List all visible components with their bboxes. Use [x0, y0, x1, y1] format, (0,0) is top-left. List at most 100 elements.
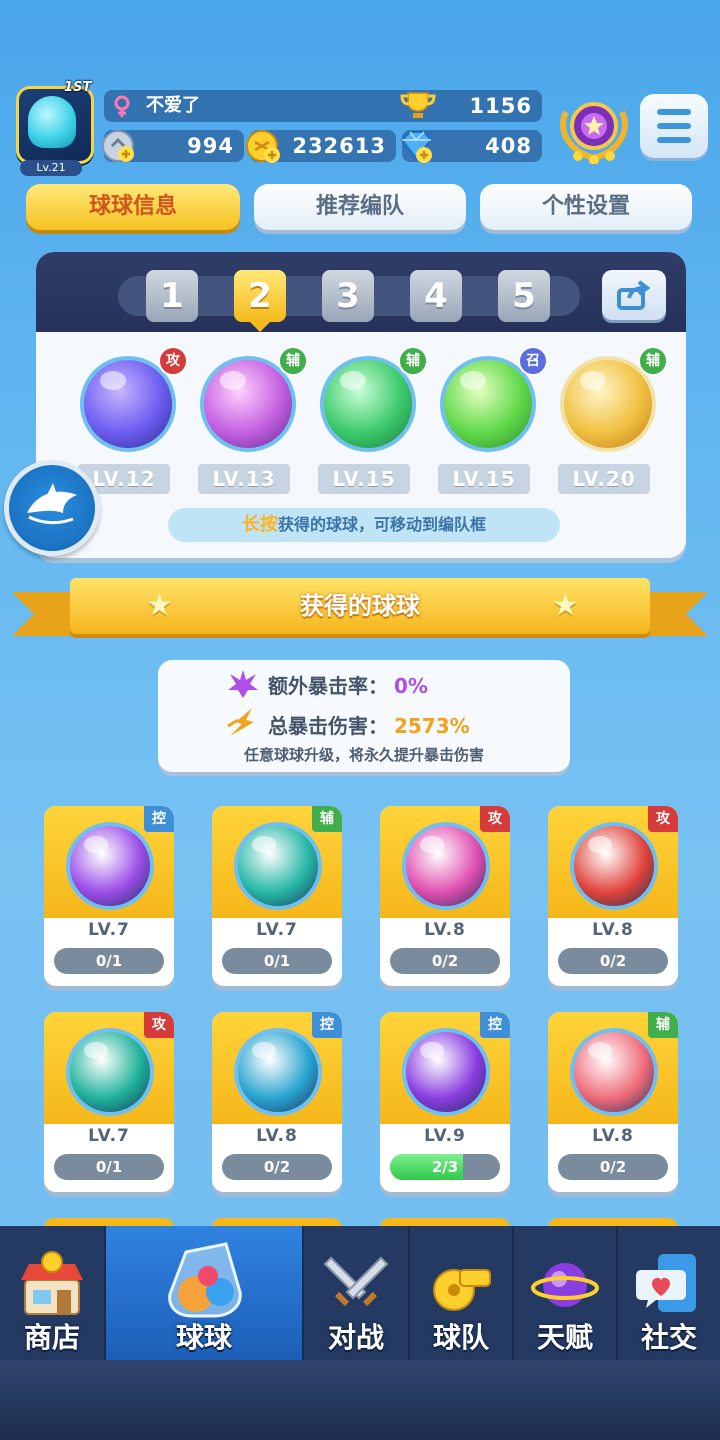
- team-ball-3-tag: 辅: [398, 346, 428, 376]
- nav-balls-label: 球球: [175, 1321, 232, 1354]
- ball-orb: [234, 1028, 322, 1116]
- ball-card[interactable]: 控 LV.9 2/3: [380, 1012, 510, 1192]
- section-ribbon: 获得的球球 ★ ★: [12, 578, 708, 640]
- ball-type-tag: 辅: [312, 806, 342, 832]
- nav-battle-label: 对战: [327, 1321, 384, 1354]
- nav-talent[interactable]: 天赋: [514, 1226, 616, 1360]
- menu-icon: [657, 109, 691, 115]
- team-ball-5-tag: 辅: [638, 346, 668, 376]
- stamina-bar[interactable]: 994: [102, 130, 244, 162]
- progress-text: 0/2: [431, 952, 459, 970]
- whistle-icon: [433, 1269, 491, 1311]
- nav-balls[interactable]: 球球: [106, 1226, 302, 1360]
- ball-upgrade-progress: 0/2: [390, 948, 500, 974]
- coin-plus-icon[interactable]: [246, 128, 282, 164]
- progress-text: 0/1: [263, 952, 291, 970]
- team-ball-3-level: LV.15: [318, 464, 410, 494]
- ball-upgrade-progress: 0/2: [222, 1154, 332, 1180]
- ball-level: LV.8: [592, 1126, 634, 1146]
- progress-text: 2/3: [431, 1158, 459, 1176]
- ball-level: LV.7: [88, 1126, 130, 1146]
- rank-medal-icon[interactable]: [556, 92, 632, 164]
- ball-type-tag: 控: [312, 1012, 342, 1038]
- ball-orb: [570, 822, 658, 910]
- trophy-count: 1156: [469, 94, 532, 118]
- share-button[interactable]: [602, 270, 666, 320]
- ball-card[interactable]: 控 LV.8 0/2: [212, 1012, 342, 1192]
- ball-orb: [66, 1028, 154, 1116]
- nav-shop[interactable]: 商店: [0, 1226, 104, 1360]
- shark-icon: [27, 483, 77, 525]
- drag-hint: 长按获得的球球，可移动到编队框: [168, 508, 560, 542]
- ball-level: LV.7: [256, 920, 298, 940]
- nav-battle[interactable]: 对战: [304, 1226, 408, 1360]
- player-level: Lv.21: [20, 160, 82, 176]
- main-menu-button[interactable]: [640, 94, 708, 158]
- extra-crit-label: 额外暴击率：: [268, 674, 388, 698]
- star-icon: ★: [146, 588, 173, 623]
- team-ball-4-tag: 召: [518, 346, 548, 376]
- tab-ball-info[interactable]: 球球信息: [26, 184, 240, 230]
- share-icon: [617, 280, 651, 310]
- coin-count: 232613: [292, 134, 386, 158]
- gem-count: 408: [485, 134, 532, 158]
- ball-card[interactable]: 辅 LV.7 0/1: [212, 806, 342, 986]
- ball-card[interactable]: 攻 LV.8 0/2: [380, 806, 510, 986]
- tab-recommended-team[interactable]: 推荐编队: [254, 184, 466, 230]
- nav-social[interactable]: 社交: [618, 1226, 720, 1360]
- crit-stats-panel: 额外暴击率： 0% 总暴击伤害： 2573% 任意球球升级，将永久提升暴击伤害: [158, 660, 570, 772]
- team-ball-5-level: LV.20: [558, 464, 650, 494]
- crit-damage-icon: [227, 708, 254, 736]
- ball-card[interactable]: 攻 LV.7 0/1: [44, 1012, 174, 1192]
- team-slot-2[interactable]: 2: [234, 270, 286, 322]
- selected-slot-pointer: [248, 320, 272, 332]
- ball-orb: [402, 822, 490, 910]
- stamina-count: 994: [187, 134, 234, 158]
- team-panel: 1 2 3 4 5 攻 LV.12 辅 LV.13 辅 LV.15 召 LV.1…: [36, 252, 686, 558]
- team-ball-2-tag: 辅: [278, 346, 308, 376]
- ball-type-tag: 控: [480, 1012, 510, 1038]
- progress-text: 0/2: [263, 1158, 291, 1176]
- ball-card[interactable]: 攻 LV.8 0/2: [548, 806, 678, 986]
- team-slot-3[interactable]: 3: [322, 270, 374, 322]
- ball-level: LV.8: [592, 920, 634, 940]
- ball-upgrade-progress: 0/1: [222, 948, 332, 974]
- name-bar: 不爱了 1156: [104, 90, 542, 122]
- progress-text: 0/1: [95, 1158, 123, 1176]
- ball-card[interactable]: 控 LV.7 0/1: [44, 806, 174, 986]
- ball-orb: [570, 1028, 658, 1116]
- hint-emphasis: 长按: [241, 514, 278, 535]
- trophy-icon: [400, 92, 436, 118]
- gems-bar[interactable]: 408: [400, 130, 542, 163]
- ball-orb: [66, 822, 154, 910]
- progress-text: 0/2: [599, 952, 627, 970]
- total-crit-row: 总暴击伤害： 2573%: [268, 710, 470, 739]
- ball-upgrade-progress: 0/2: [558, 948, 668, 974]
- team-slot-1[interactable]: 1: [146, 270, 198, 322]
- chat-heart-icon: [636, 1254, 696, 1312]
- planet-icon: [531, 1263, 599, 1307]
- ball-orb: [402, 1028, 490, 1116]
- team-slot-5[interactable]: 5: [498, 270, 550, 322]
- team-slot-4[interactable]: 4: [410, 270, 462, 322]
- nav-team[interactable]: 球队: [410, 1226, 512, 1360]
- tab-personal-settings[interactable]: 个性设置: [480, 184, 692, 230]
- team-ball-2-level: LV.13: [198, 464, 290, 494]
- crit-note: 任意球球升级，将永久提升暴击伤害: [243, 746, 484, 764]
- team-slot-header: 1 2 3 4 5: [36, 252, 686, 332]
- extra-crit-row: 额外暴击率： 0%: [268, 670, 428, 699]
- ball-card[interactable]: 辅 LV.8 0/2: [548, 1012, 678, 1192]
- ball-type-tag: 控: [144, 806, 174, 832]
- ball-type-tag: 攻: [648, 806, 678, 832]
- bottom-nav: 商店 球球 对战 球队 天赋 社交: [0, 1226, 720, 1360]
- gem-plus-icon[interactable]: [398, 128, 434, 164]
- progress-text: 0/1: [95, 952, 123, 970]
- balls-jar-icon: [168, 1242, 242, 1318]
- bottom-strip: [0, 1360, 720, 1440]
- stamina-plus-icon[interactable]: [100, 128, 136, 164]
- coins-bar[interactable]: 232613: [246, 130, 396, 163]
- nav-team-label: 球队: [432, 1321, 489, 1354]
- team-ball-1-tag: 攻: [158, 346, 188, 376]
- player-avatar[interactable]: 1ST Lv.21: [10, 78, 96, 176]
- floating-shark-button[interactable]: [4, 460, 100, 556]
